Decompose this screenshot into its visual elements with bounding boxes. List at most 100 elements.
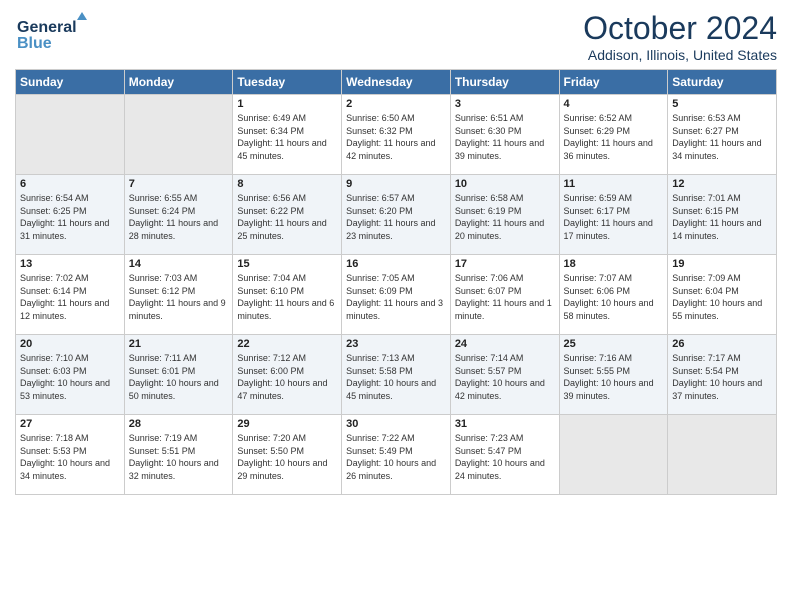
day-cell: 5Sunrise: 6:53 AM Sunset: 6:27 PM Daylig… (668, 95, 777, 175)
day-info: Sunrise: 7:03 AM Sunset: 6:12 PM Dayligh… (129, 272, 229, 322)
day-number: 20 (20, 338, 120, 350)
day-info: Sunrise: 7:13 AM Sunset: 5:58 PM Dayligh… (346, 352, 446, 402)
day-number: 23 (346, 338, 446, 350)
day-cell: 30Sunrise: 7:22 AM Sunset: 5:49 PM Dayli… (342, 415, 451, 495)
week-row-3: 20 Sunrise: 7:10 AM Sunset: 6:03 PM Dayli… (16, 335, 777, 415)
day-info: Sunrise: 6:51 AM Sunset: 6:30 PM Dayligh… (455, 112, 555, 162)
day-cell: 10Sunrise: 6:58 AM Sunset: 6:19 PM Dayli… (450, 175, 559, 255)
day-cell: 20 Sunrise: 7:10 AM Sunset: 6:03 PM Dayli… (16, 335, 125, 415)
day-number: 16 (346, 258, 446, 270)
day-number: 15 (237, 258, 337, 270)
day-number: 22 (237, 338, 337, 350)
day-number: 1 (237, 98, 337, 110)
day-number: 17 (455, 258, 555, 270)
day-cell: 13 Sunrise: 7:02 AM Sunset: 6:14 PM Dayli… (16, 255, 125, 335)
day-number: 2 (346, 98, 446, 110)
day-info: Sunrise: 7:12 AM Sunset: 6:00 PM Dayligh… (237, 352, 337, 402)
day-info: Sunrise: 6:49 AM Sunset: 6:34 PM Dayligh… (237, 112, 337, 162)
col-saturday: Saturday (668, 70, 777, 95)
day-info: Sunrise: 7:17 AM Sunset: 5:54 PM Dayligh… (672, 352, 772, 402)
day-info: Sunrise: 6:55 AM Sunset: 6:24 PM Dayligh… (129, 192, 229, 242)
day-cell: 29 Sunrise: 7:20 AM Sunset: 5:50 PM Dayli… (233, 415, 342, 495)
logo: General Blue (15, 10, 105, 60)
day-cell: 28 Sunrise: 7:19 AM Sunset: 5:51 PM Dayli… (124, 415, 233, 495)
day-cell: 2 Sunrise: 6:50 AM Sunset: 6:32 PM Daylig… (342, 95, 451, 175)
day-number: 5 (672, 98, 772, 110)
day-info: Sunrise: 7:14 AM Sunset: 5:57 PM Dayligh… (455, 352, 555, 402)
header: General Blue October 2024 Addison, Illin… (15, 10, 777, 63)
day-number: 6 (20, 178, 120, 190)
day-cell: 23 Sunrise: 7:13 AM Sunset: 5:58 PM Dayli… (342, 335, 451, 415)
day-info: Sunrise: 7:22 AM Sunset: 5:49 PM Dayligh… (346, 432, 446, 482)
day-info: Sunrise: 6:52 AM Sunset: 6:29 PM Dayligh… (564, 112, 664, 162)
day-cell (668, 415, 777, 495)
week-row-4: 27 Sunrise: 7:18 AM Sunset: 5:53 PM Dayli… (16, 415, 777, 495)
day-cell: 15Sunrise: 7:04 AM Sunset: 6:10 PM Dayli… (233, 255, 342, 335)
day-info: Sunrise: 6:57 AM Sunset: 6:20 PM Dayligh… (346, 192, 446, 242)
day-info: Sunrise: 7:23 AM Sunset: 5:47 PM Dayligh… (455, 432, 555, 482)
day-cell: 25 Sunrise: 7:16 AM Sunset: 5:55 PM Dayli… (559, 335, 668, 415)
week-row-2: 13 Sunrise: 7:02 AM Sunset: 6:14 PM Dayli… (16, 255, 777, 335)
day-cell: 8Sunrise: 6:56 AM Sunset: 6:22 PM Daylig… (233, 175, 342, 255)
day-cell (16, 95, 125, 175)
day-number: 19 (672, 258, 772, 270)
day-info: Sunrise: 7:20 AM Sunset: 5:50 PM Dayligh… (237, 432, 337, 482)
day-info: Sunrise: 7:01 AM Sunset: 6:15 PM Dayligh… (672, 192, 772, 242)
day-cell: 9 Sunrise: 6:57 AM Sunset: 6:20 PM Daylig… (342, 175, 451, 255)
location-title: Addison, Illinois, United States (583, 47, 777, 63)
day-cell: 22 Sunrise: 7:12 AM Sunset: 6:00 PM Dayli… (233, 335, 342, 415)
day-info: Sunrise: 7:19 AM Sunset: 5:51 PM Dayligh… (129, 432, 229, 482)
day-cell: 26 Sunrise: 7:17 AM Sunset: 5:54 PM Dayli… (668, 335, 777, 415)
day-cell: 18 Sunrise: 7:07 AM Sunset: 6:06 PM Dayli… (559, 255, 668, 335)
col-friday: Friday (559, 70, 668, 95)
day-cell: 4Sunrise: 6:52 AM Sunset: 6:29 PM Daylig… (559, 95, 668, 175)
day-number: 14 (129, 258, 229, 270)
day-cell: 17Sunrise: 7:06 AM Sunset: 6:07 PM Dayli… (450, 255, 559, 335)
week-row-0: 1 Sunrise: 6:49 AM Sunset: 6:34 PM Daylig… (16, 95, 777, 175)
day-number: 12 (672, 178, 772, 190)
day-number: 18 (564, 258, 664, 270)
month-title: October 2024 (583, 10, 777, 47)
day-cell: 1 Sunrise: 6:49 AM Sunset: 6:34 PM Daylig… (233, 95, 342, 175)
col-monday: Monday (124, 70, 233, 95)
day-info: Sunrise: 6:54 AM Sunset: 6:25 PM Dayligh… (20, 192, 120, 242)
day-cell: 21Sunrise: 7:11 AM Sunset: 6:01 PM Dayli… (124, 335, 233, 415)
day-cell: 31 Sunrise: 7:23 AM Sunset: 5:47 PM Dayli… (450, 415, 559, 495)
day-info: Sunrise: 6:56 AM Sunset: 6:22 PM Dayligh… (237, 192, 337, 242)
day-info: Sunrise: 7:07 AM Sunset: 6:06 PM Dayligh… (564, 272, 664, 322)
calendar-body: 1 Sunrise: 6:49 AM Sunset: 6:34 PM Daylig… (16, 95, 777, 495)
day-number: 26 (672, 338, 772, 350)
day-cell: 6 Sunrise: 6:54 AM Sunset: 6:25 PM Daylig… (16, 175, 125, 255)
day-number: 9 (346, 178, 446, 190)
day-number: 27 (20, 418, 120, 430)
day-number: 29 (237, 418, 337, 430)
day-number: 28 (129, 418, 229, 430)
calendar-table: Sunday Monday Tuesday Wednesday Thursday… (15, 69, 777, 495)
day-cell: 14 Sunrise: 7:03 AM Sunset: 6:12 PM Dayli… (124, 255, 233, 335)
day-info: Sunrise: 6:50 AM Sunset: 6:32 PM Dayligh… (346, 112, 446, 162)
col-sunday: Sunday (16, 70, 125, 95)
logo-svg: General Blue (15, 10, 105, 55)
day-info: Sunrise: 7:09 AM Sunset: 6:04 PM Dayligh… (672, 272, 772, 322)
day-info: Sunrise: 7:10 AM Sunset: 6:03 PM Dayligh… (20, 352, 120, 402)
col-wednesday: Wednesday (342, 70, 451, 95)
day-number: 31 (455, 418, 555, 430)
day-cell: 16 Sunrise: 7:05 AM Sunset: 6:09 PM Dayli… (342, 255, 451, 335)
day-number: 21 (129, 338, 229, 350)
title-block: October 2024 Addison, Illinois, United S… (583, 10, 777, 63)
day-info: Sunrise: 7:02 AM Sunset: 6:14 PM Dayligh… (20, 272, 120, 322)
day-cell: 19 Sunrise: 7:09 AM Sunset: 6:04 PM Dayli… (668, 255, 777, 335)
day-cell (559, 415, 668, 495)
day-number: 11 (564, 178, 664, 190)
day-number: 13 (20, 258, 120, 270)
page: General Blue October 2024 Addison, Illin… (0, 0, 792, 612)
day-info: Sunrise: 7:16 AM Sunset: 5:55 PM Dayligh… (564, 352, 664, 402)
header-row: Sunday Monday Tuesday Wednesday Thursday… (16, 70, 777, 95)
week-row-1: 6 Sunrise: 6:54 AM Sunset: 6:25 PM Daylig… (16, 175, 777, 255)
day-info: Sunrise: 7:05 AM Sunset: 6:09 PM Dayligh… (346, 272, 446, 322)
day-info: Sunrise: 7:18 AM Sunset: 5:53 PM Dayligh… (20, 432, 120, 482)
day-number: 25 (564, 338, 664, 350)
day-cell: 7Sunrise: 6:55 AM Sunset: 6:24 PM Daylig… (124, 175, 233, 255)
day-cell: 3Sunrise: 6:51 AM Sunset: 6:30 PM Daylig… (450, 95, 559, 175)
day-cell: 11Sunrise: 6:59 AM Sunset: 6:17 PM Dayli… (559, 175, 668, 255)
